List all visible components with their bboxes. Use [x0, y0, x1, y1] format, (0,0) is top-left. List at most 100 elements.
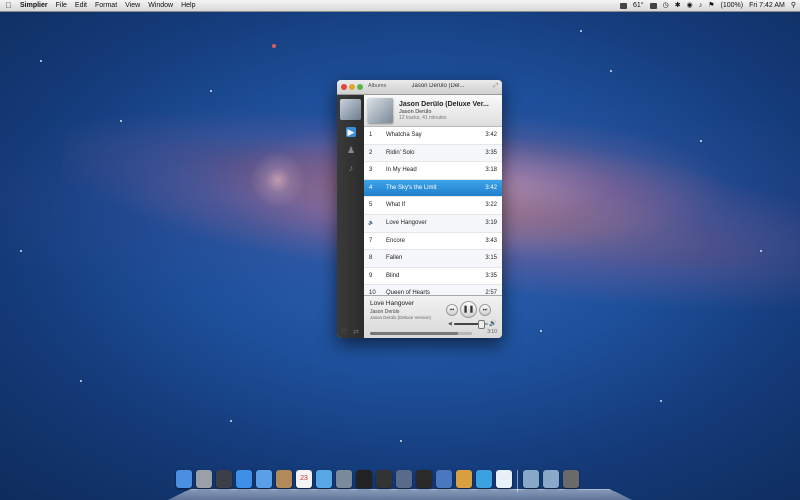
track-list: 1 Whatcha Say 3:42 2 Ridin' Solo 3:35 3 In My H… — [364, 127, 502, 303]
track-number: 7 — [369, 237, 373, 244]
star — [540, 330, 542, 332]
volume-icon[interactable]: ♪ — [699, 0, 703, 11]
pause-button[interactable]: ❚❚ — [460, 301, 477, 318]
track-row[interactable]: 3 In My Head 3:18 — [364, 162, 502, 180]
xcode-icon[interactable] — [436, 470, 452, 488]
app-store-icon[interactable] — [236, 470, 252, 488]
track-duration: 3:19 — [485, 219, 497, 226]
sidebar-album-art[interactable] — [340, 99, 361, 120]
track-row[interactable]: 9 Blind 3:35 — [364, 267, 502, 286]
flag-icon[interactable]: ⚑ — [708, 0, 714, 11]
applications-folder-icon[interactable] — [523, 470, 539, 488]
volume-slider[interactable] — [454, 320, 488, 329]
weather-temp[interactable]: 61° — [633, 0, 644, 11]
menu-view[interactable]: View — [125, 0, 140, 11]
volume-knob[interactable] — [478, 320, 486, 329]
mission-control-icon[interactable] — [216, 470, 232, 488]
songs-view-icon[interactable]: ♪ — [346, 163, 356, 173]
track-row[interactable]: 2 Ridin' Solo 3:35 — [364, 144, 502, 163]
progress-bar[interactable] — [370, 332, 472, 335]
twitter-icon[interactable] — [476, 470, 492, 488]
track-number: 3 — [369, 167, 373, 174]
track-row[interactable]: 1 Whatcha Say 3:42 — [364, 127, 502, 145]
menu-app-name[interactable]: Simplier — [20, 0, 48, 11]
documents-folder-icon[interactable] — [543, 470, 559, 488]
title-bar[interactable]: Albums Jason Derülo (Del... ⤢ — [337, 80, 502, 95]
track-duration: 3:42 — [485, 184, 497, 191]
shuffle-icon[interactable]: ⇄ — [353, 328, 359, 336]
track-name: In My Head — [386, 167, 417, 174]
star — [120, 120, 122, 122]
track-row[interactable]: 4 The Sky's the Limit 3:42 — [364, 179, 502, 198]
track-name: Encore — [386, 237, 406, 244]
display-icon[interactable] — [649, 2, 657, 9]
menu-help[interactable]: Help — [181, 0, 195, 11]
star — [20, 250, 22, 252]
dropbox-icon[interactable] — [620, 2, 628, 9]
fullscreen-icon[interactable]: ⤢ — [493, 83, 498, 90]
albums-view-icon[interactable]: ▶ — [346, 127, 356, 137]
wifi-icon[interactable]: ◉ — [687, 0, 693, 11]
menu-format[interactable]: Format — [95, 0, 117, 11]
track-row[interactable]: 🔈 Love Hangover 3:19 — [364, 214, 502, 233]
next-button[interactable]: ⏭ — [479, 304, 491, 316]
terminal-icon[interactable] — [356, 470, 372, 488]
menu-file[interactable]: File — [56, 0, 67, 11]
preview-icon[interactable] — [336, 470, 352, 488]
track-name: Whatcha Say — [386, 132, 422, 138]
menu-window[interactable]: Window — [148, 0, 173, 11]
star — [210, 90, 212, 92]
safari-icon[interactable] — [256, 470, 272, 488]
menu-edit[interactable]: Edit — [75, 0, 87, 11]
menu-bar:  Simplier File Edit Format View Window … — [0, 0, 800, 12]
star — [760, 250, 762, 252]
artists-view-icon[interactable]: ♟ — [346, 145, 356, 155]
now-playing-title: Love Hangover — [370, 300, 415, 307]
album-header: Jason Derülo (Deluxe Ver... Jason Derülo… — [364, 95, 502, 127]
track-duration: 3:18 — [485, 167, 497, 174]
track-number: 5 — [369, 202, 373, 209]
track-name: Love Hangover — [386, 219, 427, 226]
contacts-icon[interactable] — [276, 470, 292, 488]
minimize-button[interactable] — [349, 84, 355, 90]
track-row[interactable]: 8 Fallen 3:15 — [364, 250, 502, 268]
previous-button[interactable]: ⏮ — [446, 304, 458, 316]
volume-fill — [454, 323, 482, 325]
launchpad-icon[interactable] — [196, 470, 212, 488]
track-number: 4 — [369, 184, 373, 191]
spotlight-icon[interactable]: ⚲ — [791, 0, 796, 11]
star — [230, 420, 232, 422]
clock[interactable]: Fri 7:42 AM — [749, 0, 785, 11]
love-icon[interactable]: ♡ — [341, 328, 347, 336]
track-name: What If — [386, 202, 406, 209]
simplier-icon[interactable] — [496, 470, 512, 488]
bluetooth-icon[interactable]: ✱ — [675, 0, 681, 11]
track-number: 9 — [369, 272, 373, 279]
time-machine-icon[interactable]: ◷ — [663, 0, 669, 11]
apple-menu-icon[interactable]:  — [5, 0, 12, 11]
calendar-icon[interactable]: 23 — [296, 470, 312, 488]
itunes-icon[interactable] — [316, 470, 332, 488]
battery-status[interactable]: (100%) — [720, 0, 743, 11]
window-title: Jason Derülo (Del... — [411, 83, 465, 89]
close-button[interactable] — [341, 84, 347, 90]
dashboard-icon[interactable] — [416, 470, 432, 488]
track-row[interactable]: 7 Encore 3:43 — [364, 232, 502, 251]
star — [610, 70, 612, 72]
finder-icon[interactable] — [176, 470, 192, 488]
track-name: Fallen — [386, 255, 403, 262]
track-duration: 3:43 — [485, 237, 497, 244]
album-title: Jason Derülo (Deluxe Ver... — [399, 101, 489, 108]
trash-icon[interactable] — [563, 470, 579, 488]
sketch-icon[interactable] — [456, 470, 472, 488]
zoom-button[interactable] — [357, 84, 363, 90]
star — [80, 380, 82, 382]
track-number: 8 — [369, 255, 373, 262]
activity-monitor-icon[interactable] — [376, 470, 392, 488]
star — [660, 400, 662, 402]
track-row[interactable]: 5 What If 3:22 — [364, 197, 502, 215]
track-duration: 3:35 — [485, 272, 497, 279]
expose-icon[interactable] — [396, 470, 412, 488]
star — [400, 440, 402, 442]
albums-tab[interactable]: Albums — [368, 83, 386, 89]
